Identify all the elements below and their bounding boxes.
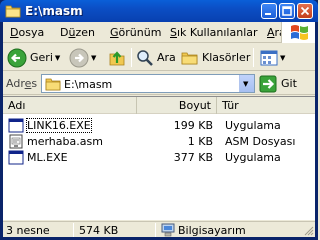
toolbar-separator bbox=[131, 48, 132, 67]
forward-arrow-icon bbox=[69, 48, 89, 67]
minimize-button[interactable] bbox=[261, 3, 277, 19]
status-location: Bilgisayarım bbox=[178, 224, 246, 237]
resize-grip-icon[interactable] bbox=[302, 224, 314, 236]
file-row[interactable]: merhaba.asm 1 KB ASM Dosyası bbox=[3, 134, 315, 149]
file-size: 377 KB bbox=[173, 151, 213, 164]
chevron-down-icon: ▼ bbox=[243, 80, 249, 88]
address-bar: Adres E:\masm ▼ Git bbox=[3, 72, 315, 95]
column-type[interactable]: Tür bbox=[217, 97, 315, 114]
views-dropdown-icon[interactable]: ▼ bbox=[280, 54, 285, 62]
address-dropdown-button[interactable]: ▼ bbox=[239, 75, 254, 92]
back-arrow-icon bbox=[7, 48, 27, 67]
search-icon bbox=[137, 49, 153, 66]
menu-view[interactable]: Görünüm bbox=[110, 26, 161, 39]
windows-logo bbox=[281, 22, 315, 43]
views-button[interactable]: ▼ bbox=[260, 47, 285, 68]
maximize-button[interactable] bbox=[279, 3, 295, 19]
menu-bar: Dosya Düzen Görünüm Sık Kullanılanlar Ar… bbox=[3, 22, 315, 43]
file-name: merhaba.asm bbox=[27, 135, 103, 148]
file-name: ML.EXE bbox=[27, 151, 68, 164]
close-icon bbox=[300, 6, 310, 16]
menu-edit[interactable]: Düzen bbox=[60, 26, 95, 39]
status-total-size: 574 KB bbox=[79, 224, 119, 237]
menu-favorites[interactable]: Sık Kullanılanlar bbox=[170, 26, 258, 39]
column-size[interactable]: Boyut bbox=[137, 97, 217, 114]
folders-button[interactable]: Klasörler bbox=[181, 47, 250, 68]
up-folder-button[interactable] bbox=[107, 47, 127, 68]
file-list[interactable]: Adı Boyut Tür LINK16.EXE 199 KB Uygulama… bbox=[3, 96, 315, 220]
menu-file[interactable]: Dosya bbox=[10, 26, 44, 39]
file-type: Uygulama bbox=[225, 119, 281, 132]
search-label: Ara bbox=[157, 51, 176, 64]
address-label: Adres bbox=[6, 77, 38, 90]
window-body: Dosya Düzen Görünüm Sık Kullanılanlar Ar… bbox=[3, 22, 315, 237]
column-name[interactable]: Adı bbox=[3, 97, 137, 114]
forward-button[interactable]: ▼ bbox=[69, 47, 96, 68]
asm-file-icon bbox=[9, 134, 23, 149]
folders-icon bbox=[181, 52, 198, 64]
back-label: Geri bbox=[30, 51, 53, 64]
file-type: Uygulama bbox=[225, 151, 281, 164]
file-size: 1 KB bbox=[187, 135, 213, 148]
back-button[interactable]: Geri ▼ bbox=[7, 47, 60, 68]
address-input[interactable]: E:\masm ▼ bbox=[41, 74, 255, 93]
my-computer-icon bbox=[161, 223, 175, 237]
go-label: Git bbox=[281, 77, 297, 90]
toolbar: Geri ▼ ▼ Ara Klasörler ▼ bbox=[3, 44, 315, 71]
file-row[interactable]: LINK16.EXE 199 KB Uygulama bbox=[3, 118, 315, 133]
go-button[interactable]: Git bbox=[259, 74, 297, 93]
exe-icon bbox=[8, 150, 24, 165]
file-type: ASM Dosyası bbox=[225, 135, 296, 148]
title-bar[interactable]: E:\masm bbox=[0, 0, 318, 22]
status-separator bbox=[155, 223, 156, 237]
explorer-window: E:\masm Dosya Düzen Görünüm Sık Kullanıl… bbox=[0, 0, 318, 240]
search-button[interactable]: Ara bbox=[136, 47, 176, 68]
go-arrow-icon bbox=[259, 75, 277, 92]
maximize-icon bbox=[282, 6, 292, 16]
folder-icon bbox=[45, 78, 61, 91]
views-icon bbox=[260, 50, 278, 65]
file-row[interactable]: ML.EXE 377 KB Uygulama bbox=[3, 150, 315, 165]
status-separator bbox=[73, 223, 74, 237]
toolbar-separator bbox=[253, 48, 254, 67]
exe-icon bbox=[8, 118, 24, 133]
file-size: 199 KB bbox=[173, 119, 213, 132]
forward-dropdown-icon[interactable]: ▼ bbox=[91, 54, 96, 62]
address-value: E:\masm bbox=[64, 78, 113, 91]
folder-icon bbox=[5, 5, 21, 18]
windows-flag-icon bbox=[291, 25, 308, 40]
status-object-count: 3 nesne bbox=[6, 224, 50, 237]
column-header: Adı Boyut Tür bbox=[3, 97, 315, 114]
file-name: LINK16.EXE bbox=[26, 118, 92, 133]
close-button[interactable] bbox=[297, 3, 313, 19]
status-bar: 3 nesne 574 KB Bilgisayarım bbox=[3, 221, 315, 237]
folders-label: Klasörler bbox=[202, 51, 251, 64]
minimize-icon bbox=[265, 13, 271, 15]
window-title: E:\masm bbox=[25, 4, 83, 18]
back-dropdown-icon[interactable]: ▼ bbox=[55, 54, 60, 62]
up-folder-icon bbox=[109, 50, 125, 65]
